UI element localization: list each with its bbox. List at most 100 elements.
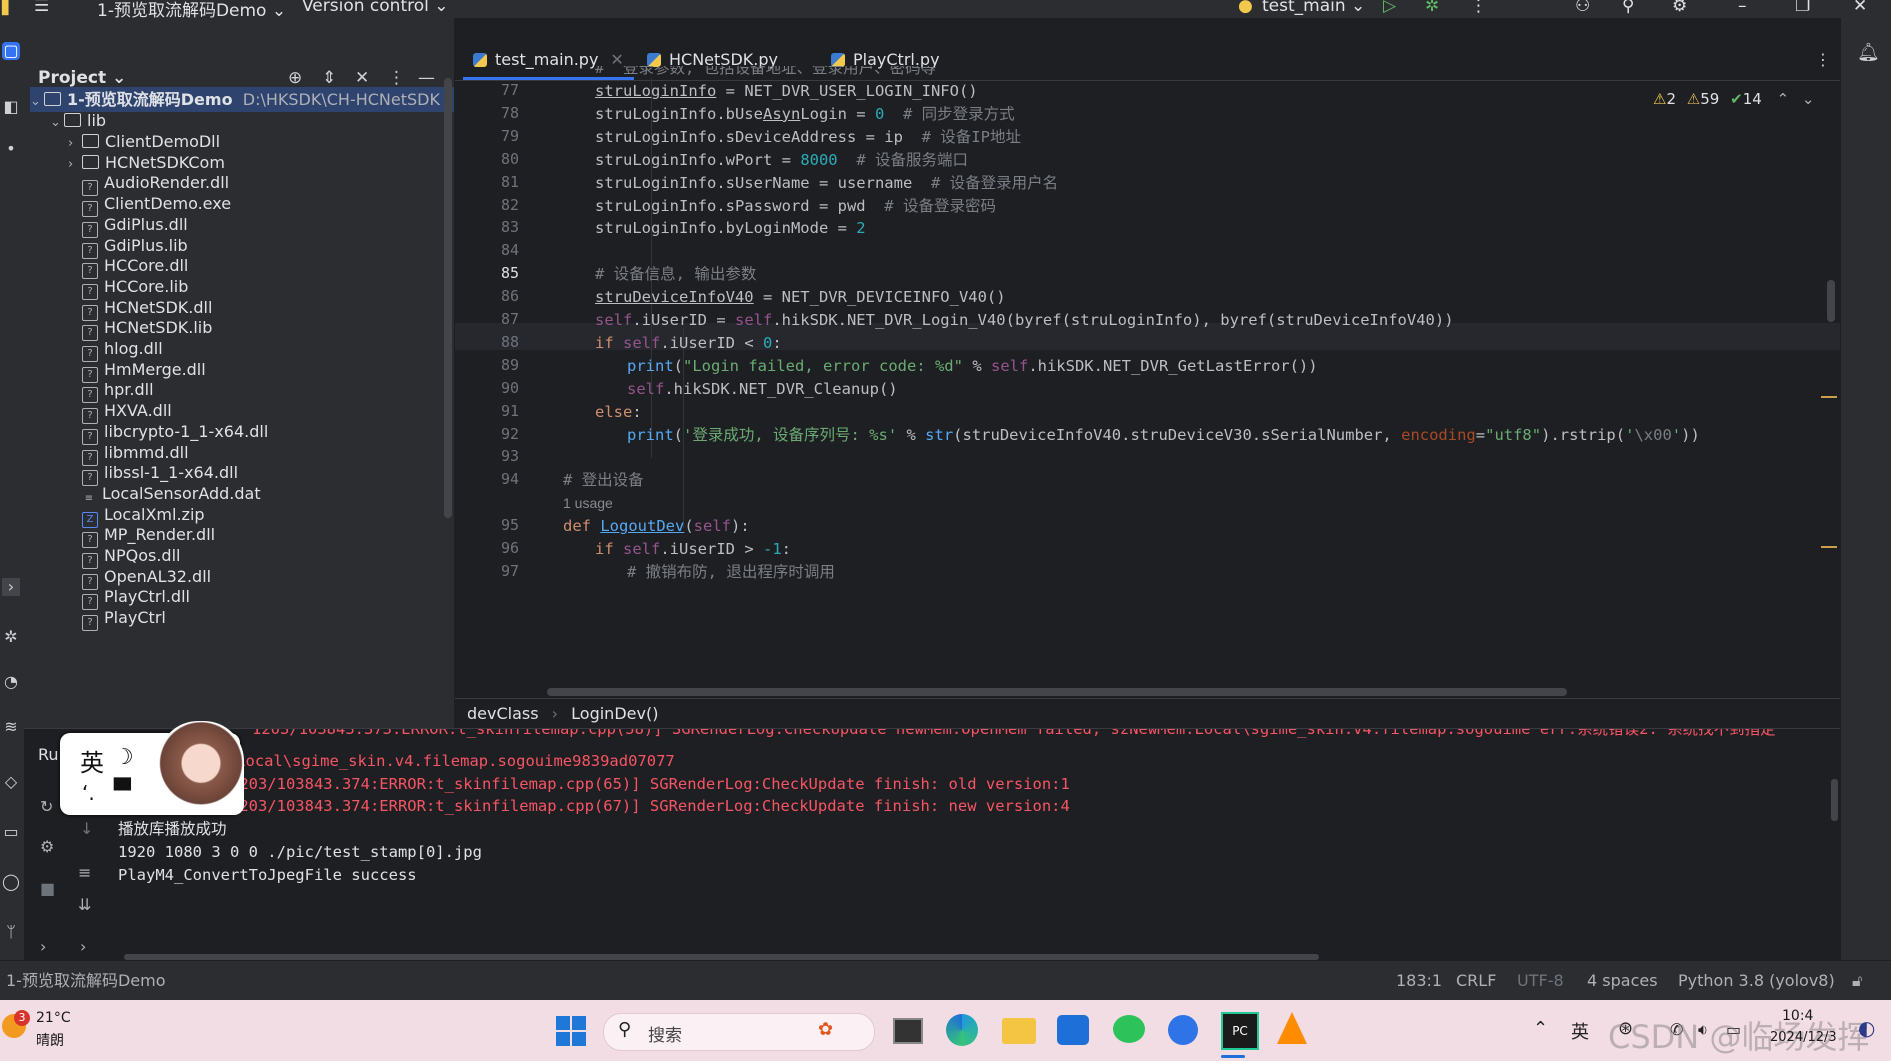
tree-item[interactable]: ? PlayCtrl: [82, 605, 166, 632]
line-number: 83: [500, 218, 519, 237]
more-actions-icon[interactable]: ⋮: [1470, 0, 1487, 16]
tree-item-label: NPQos.dll: [104, 546, 181, 565]
notifications-bell-icon[interactable]: 🔔︎: [1857, 42, 1880, 63]
main-menu-icon[interactable]: ☰: [34, 0, 49, 16]
version-control-menu[interactable]: Version control ⌄: [302, 0, 449, 16]
breadcrumb-class[interactable]: devClass: [467, 704, 539, 723]
tree-item-label: HCNetSDK.dll: [104, 297, 213, 317]
ime-moon-icon[interactable]: ☽: [114, 745, 134, 770]
ime-language[interactable]: 英: [80, 743, 104, 778]
outlook-icon[interactable]: [1057, 1015, 1089, 1045]
taskbar-search-box[interactable]: ⚲ 搜索 ✿: [603, 1013, 875, 1051]
code-line[interactable]: self.hikSDK.NET_DVR_Cleanup(): [627, 376, 898, 403]
code-area[interactable]: # 登录参数, 包括设备地址、登录用户、密码等 77 struLoginInfo =…: [455, 18, 1840, 708]
add-user-icon[interactable]: ⚇: [1575, 0, 1590, 16]
run-panel: Ru ↻ ⚙ ■ › ↓ ≡ ⇊ › 1203/103843.373:ERROR…: [24, 728, 1840, 961]
close-icon[interactable]: ✕: [1853, 0, 1867, 16]
editor-vertical-scrollbar[interactable]: [1827, 280, 1835, 322]
python-packages-icon[interactable]: ◔: [2, 673, 20, 691]
debug-tool-icon[interactable]: ✲: [2, 628, 20, 646]
line-number: 90: [500, 378, 519, 397]
line-number: 94: [500, 470, 519, 489]
status-project[interactable]: 1-预览取流解码Demo: [6, 961, 166, 1001]
editor-horizontal-scrollbar[interactable]: [547, 688, 1567, 696]
breadcrumb-method[interactable]: LoginDev(): [571, 704, 658, 723]
tree-item-label: LocalSensorAdd.dat: [102, 483, 261, 503]
temperature[interactable]: 21°C: [36, 1010, 71, 1026]
layers-icon[interactable]: ≋: [2, 718, 20, 736]
start-windows-icon[interactable]: [556, 1016, 586, 1046]
readonly-lock-icon[interactable]: 🔓︎: [1852, 961, 1862, 1001]
file-explorer-icon[interactable]: [1002, 1018, 1036, 1044]
qq-icon[interactable]: [1168, 1015, 1198, 1045]
run-config-selector[interactable]: test_main ⌄: [1262, 0, 1365, 16]
code-editor: test_main.py ✕ HCNetSDK.py PlayCtrl.py ⋮ …: [455, 18, 1840, 728]
line-separator[interactable]: CRLF: [1456, 961, 1496, 1001]
settings-gear-icon[interactable]: ⚙: [1672, 0, 1687, 16]
ime-punctuation-icon[interactable]: ‘.: [82, 781, 95, 805]
folder-icon: [64, 113, 81, 127]
indent-setting[interactable]: 4 spaces: [1587, 961, 1658, 1001]
structure-tool-icon[interactable]: •: [2, 140, 20, 158]
tray-ime-label[interactable]: 英: [1571, 1018, 1589, 1044]
weather-text[interactable]: 晴朗: [36, 1030, 64, 1050]
tree-item-label: HCNetSDK.lib: [104, 318, 213, 338]
clock-time[interactable]: 10:4: [1782, 1008, 1813, 1024]
ime-status-widget[interactable]: 英 ☽ ‘. ▀: [60, 721, 244, 815]
line-number: 96: [500, 539, 519, 557]
file-encoding[interactable]: UTF-8: [1517, 961, 1564, 1001]
wechat-icon[interactable]: [1113, 1015, 1145, 1043]
task-view-icon[interactable]: [893, 1018, 923, 1044]
code-line[interactable]: struLoginInfo.byLoginMode = 2: [595, 215, 866, 242]
console-output[interactable]: 1203/103843.373:ERROR:t_skinfilemap.cpp(…: [24, 729, 1840, 961]
title-bar: ▌ ☰ 1-预览取流解码Demo ⌄ Version control ⌄ ● t…: [0, 0, 1891, 18]
git-tool-icon[interactable]: ᛘ: [2, 923, 20, 941]
tree-item-label: libcrypto-1_1-x64.dll: [104, 421, 269, 441]
services-icon[interactable]: ◇: [2, 773, 20, 791]
search-placeholder: 搜索: [648, 1026, 682, 1046]
code-line[interactable]: # 撤销布防, 退出程序时调用: [627, 559, 835, 586]
search-icon[interactable]: ⚲: [1622, 0, 1634, 16]
terminal-tool-icon[interactable]: ▭: [2, 823, 20, 841]
debug-icon[interactable]: ✲: [1425, 0, 1439, 16]
line-number: 81: [500, 172, 519, 191]
console-vertical-scrollbar[interactable]: [1831, 779, 1838, 821]
project-switcher[interactable]: 1-预览取流解码Demo ⌄: [97, 0, 286, 18]
caret-position[interactable]: 183:1: [1396, 961, 1442, 1001]
chevron-right-icon[interactable]: ›: [68, 152, 82, 177]
code-line[interactable]: print('登录成功, 设备序列号: %s' % str(struDevice…: [627, 422, 1700, 449]
project-tool-icon[interactable]: ▢: [2, 42, 20, 60]
line-number: 87: [500, 310, 519, 328]
commit-tool-icon[interactable]: ◧: [2, 98, 20, 116]
vlc-icon[interactable]: [1277, 1012, 1307, 1044]
project-scrollbar[interactable]: [444, 78, 452, 518]
chevron-down-icon[interactable]: ⌄: [50, 110, 64, 135]
line-number: 78: [500, 103, 519, 122]
problems-tool-icon[interactable]: ◯: [2, 873, 20, 891]
ime-skin-icon[interactable]: ▀: [114, 779, 131, 804]
warning-marker[interactable]: [1821, 546, 1837, 548]
show-hidden-icons[interactable]: ⌃: [1533, 1018, 1548, 1039]
ime-avatar: [158, 721, 244, 815]
line-number: 84: [500, 241, 519, 260]
run-tool-icon[interactable]: ›: [2, 578, 20, 596]
tree-item-label: OpenAL32.dll: [104, 566, 212, 586]
line-number: 91: [500, 401, 519, 420]
line-number: 97: [500, 561, 519, 580]
clock-date[interactable]: 2024/12/3: [1770, 1030, 1837, 1045]
warning-marker[interactable]: [1821, 396, 1837, 398]
run-config-label: test_main: [1262, 0, 1346, 16]
restore-icon[interactable]: ❐: [1795, 0, 1810, 16]
folder-icon: [44, 92, 61, 106]
unknown-file-icon: ?: [82, 615, 98, 632]
line-number: 80: [500, 149, 519, 168]
chevron-down-icon[interactable]: ⌄: [30, 89, 44, 114]
run-icon[interactable]: ▷: [1383, 0, 1396, 16]
minimize-icon[interactable]: –: [1738, 0, 1747, 16]
python-interpreter[interactable]: Python 3.8 (yolov8): [1678, 961, 1835, 1001]
active-app-indicator: [1221, 1055, 1245, 1058]
edge-browser-icon[interactable]: [946, 1014, 978, 1046]
pycharm-icon[interactable]: PC: [1221, 1012, 1259, 1050]
notification-center-icon[interactable]: ◐: [1858, 1016, 1875, 1040]
line-number: 86: [500, 287, 519, 306]
